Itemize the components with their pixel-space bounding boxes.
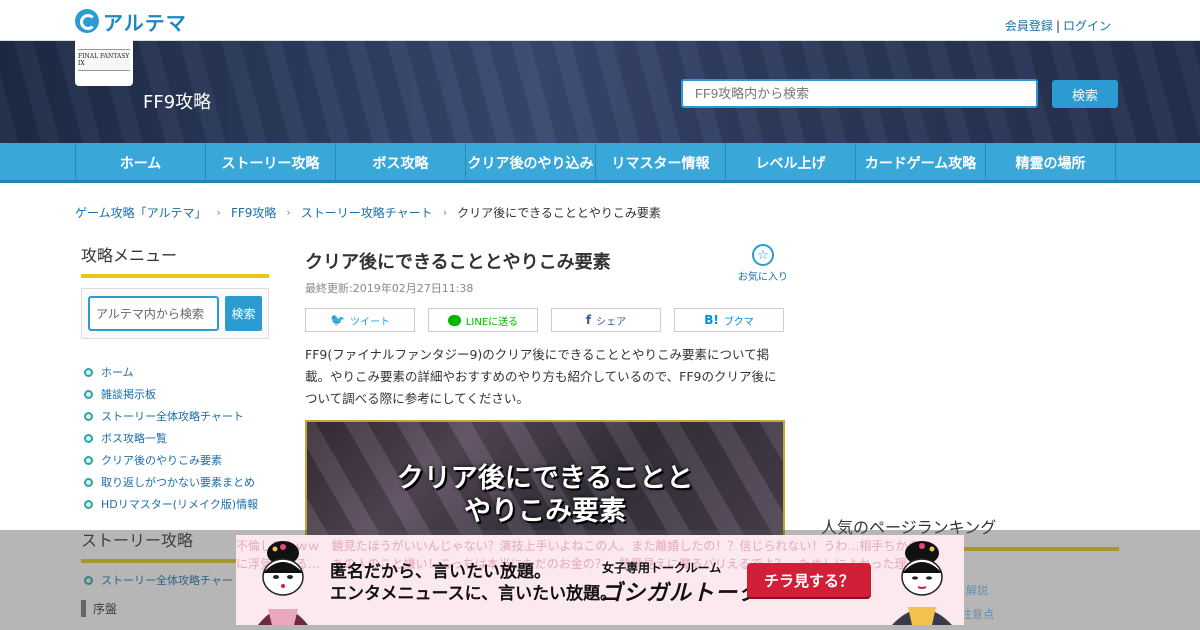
tweet-button[interactable]: 🐦 ツイート <box>305 308 415 332</box>
favorite-label: お気に入り <box>738 272 788 283</box>
nav-card-game[interactable]: カードゲーム攻略 <box>856 143 986 183</box>
sidebar-item-label: クリア後のやりこみ要素 <box>101 454 222 467</box>
favorite-button[interactable]: ☆ お気に入り <box>738 244 788 283</box>
altema-logo-icon <box>75 9 99 33</box>
sidebar-item-label: ホーム <box>101 366 134 379</box>
sidebar-item-hd-remaster[interactable]: HDリマスター(リメイク版)情報 <box>81 493 269 515</box>
ad-banner[interactable]: 不倫してたｗｗ 鏡見たほうがいいんじゃない？演技上手いよねこの人。また離婚したの… <box>236 535 964 625</box>
bullet-icon <box>84 411 93 421</box>
line-button[interactable]: LINEに送る <box>428 308 538 332</box>
sidebar-search: 検索 <box>81 288 269 339</box>
bullet-icon <box>84 455 93 465</box>
article: ☆ お気に入り クリア後にできることとやりこみ要素 最終更新:2019年02月2… <box>305 242 788 540</box>
sidebar-item-postgame[interactable]: クリア後のやりこみ要素 <box>81 449 269 471</box>
hero-line-1: クリア後にできることと <box>396 463 694 494</box>
chevron-right-icon: › <box>216 206 221 219</box>
chevron-right-icon: › <box>286 206 291 219</box>
bullet-icon <box>84 433 93 443</box>
auth-separator: | <box>1055 19 1060 33</box>
game-logo-image: FINAL FANTASY IX <box>78 48 130 71</box>
sidebar-item-boss-list[interactable]: ボス攻略一覧 <box>81 427 269 449</box>
ad-brand: ゴシガルトーク <box>600 581 762 606</box>
sidebar-menu: ホーム 雑談掲示板 ストーリー全体攻略チャート ボス攻略一覧 クリア後のやりこみ… <box>81 361 269 515</box>
game-logo[interactable]: FINAL FANTASY IX <box>75 33 133 86</box>
facebook-label: シェア <box>596 316 627 328</box>
ad-subtitle: 女子専用トークルーム <box>602 561 722 575</box>
sidebar-item-home[interactable]: ホーム <box>81 361 269 383</box>
sidebar-search-button[interactable]: 検索 <box>225 296 262 331</box>
ad-headline-2: エンタメニュースに、言いたい放題。 <box>330 584 618 604</box>
hatena-bookmark-button[interactable]: B! ブクマ <box>674 308 784 332</box>
bullet-icon <box>84 389 93 399</box>
nav-remaster[interactable]: リマスター情報 <box>596 143 726 183</box>
bullet-icon <box>84 499 93 509</box>
breadcrumb-story[interactable]: ストーリー攻略チャート <box>301 204 433 221</box>
facebook-icon: f <box>585 313 592 327</box>
hatena-icon: B! <box>704 313 719 327</box>
ad-girl-illustration-right <box>892 541 952 625</box>
main-nav: ホーム ストーリー攻略 ボス攻略 クリア後のやり込み リマスター情報 レベル上げ… <box>0 143 1200 183</box>
share-buttons: 🐦 ツイート LINEに送る f シェア B! ブクマ <box>305 308 785 332</box>
sidebar-item-label: ストーリー全体攻略チャート <box>101 410 244 423</box>
nav-level-up[interactable]: レベル上げ <box>726 143 856 183</box>
nav-boss[interactable]: ボス攻略 <box>336 143 466 183</box>
sidebar-item-label: 雑談掲示板 <box>101 388 156 401</box>
chevron-right-icon: › <box>442 206 448 219</box>
bullet-icon <box>84 367 93 377</box>
ad-bg-text-1: 不倫してたｗｗ 鏡見たほうがいいんじゃない？演技上手いよねこの人。また離婚したの… <box>236 539 920 553</box>
sidebar: 攻略メニュー 検索 ホーム 雑談掲示板 ストーリー全体攻略チャート ボス攻略一覧… <box>81 242 269 515</box>
star-icon: ☆ <box>752 244 774 266</box>
breadcrumb-game[interactable]: FF9攻略 <box>231 204 276 221</box>
article-intro: FF9(ファイナルファンタジー9)のクリア後にできることとやりこみ要素について掲… <box>305 347 777 406</box>
hero-image: クリア後にできることと やりこみ要素 <box>305 420 785 540</box>
nav-postgame[interactable]: クリア後のやり込み <box>466 143 596 183</box>
sidebar-item-forum[interactable]: 雑談掲示板 <box>81 383 269 405</box>
ad-girl-illustration-left <box>258 541 308 625</box>
sidebar-search-input[interactable] <box>88 296 219 331</box>
site-logo[interactable]: アルテマ <box>75 8 187 35</box>
hero-caption: クリア後にできることと やりこみ要素 <box>307 462 783 528</box>
sidebar-item-label: HDリマスター(リメイク版)情報 <box>101 498 259 511</box>
login-link[interactable]: ログイン <box>1063 19 1111 33</box>
line-label: LINEに送る <box>465 316 519 328</box>
header-search <box>681 79 1038 108</box>
bullet-icon <box>84 477 93 487</box>
nav-story[interactable]: ストーリー攻略 <box>206 143 336 183</box>
breadcrumb-home[interactable]: ゲーム攻略「アルテマ」 <box>75 204 207 221</box>
tweet-label: ツイート <box>349 316 390 328</box>
sidebar-item-label: 取り返しがつかない要素まとめ <box>101 476 255 489</box>
header-search-button[interactable]: 検索 <box>1052 80 1118 108</box>
breadcrumb: ゲーム攻略「アルテマ」 › FF9攻略 › ストーリー攻略チャート › クリア後… <box>75 204 661 221</box>
ranking-peek-2: 注意点 <box>961 608 994 621</box>
sidebar-item-missables[interactable]: 取り返しがつかない要素まとめ <box>81 471 269 493</box>
hatena-label: ブクマ <box>723 316 754 328</box>
nav-spirit[interactable]: 精霊の場所 <box>986 143 1116 183</box>
last-updated: 最終更新:2019年02月27日11:38 <box>305 282 474 295</box>
facebook-share-button[interactable]: f シェア <box>551 308 661 332</box>
hero-line-2: やりこみ要素 <box>464 496 626 527</box>
top-bar: アルテマ 会員登録 | ログイン <box>0 0 1200 41</box>
ad-cta-button[interactable]: チラ見する？ <box>747 563 871 597</box>
auth-links: 会員登録 | ログイン <box>1005 17 1111 34</box>
article-title: クリア後にできることとやりこみ要素 <box>305 252 611 273</box>
breadcrumb-current: クリア後にできることとやりこみ要素 <box>457 206 661 220</box>
site-logo-text: アルテマ <box>103 10 187 35</box>
nav-home[interactable]: ホーム <box>76 143 206 183</box>
game-title[interactable]: FF9攻略 <box>143 88 211 114</box>
register-link[interactable]: 会員登録 <box>1005 19 1053 33</box>
sidebar-item-story-chart[interactable]: ストーリー全体攻略チャート <box>81 405 269 427</box>
twitter-icon: 🐦 <box>330 313 345 327</box>
sidebar-title: 攻略メニュー <box>81 242 269 278</box>
sidebar-item-label: ボス攻略一覧 <box>101 432 167 445</box>
line-icon <box>447 314 461 326</box>
header-search-input[interactable] <box>681 79 1038 108</box>
